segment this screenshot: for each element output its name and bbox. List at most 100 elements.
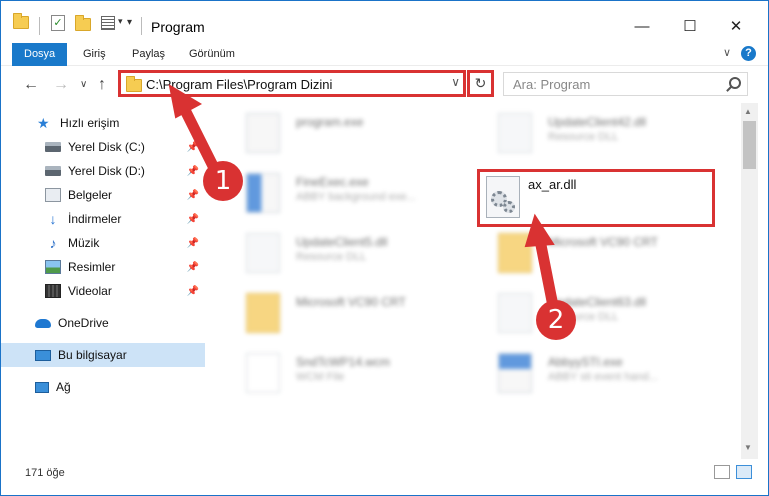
file-description: Resource DLL xyxy=(548,131,619,143)
status-bar: 171 öğe xyxy=(1,459,768,495)
pin-icon[interactable]: 📌 xyxy=(187,286,199,297)
sidebar-item-videos[interactable]: Videolar 📌 xyxy=(1,279,205,303)
sidebar-item-downloads[interactable]: ↓ İndirmeler 📌 xyxy=(1,207,205,231)
pin-icon[interactable]: 📌 xyxy=(187,214,199,225)
maximize-button[interactable]: ☐ xyxy=(675,15,705,37)
exe-file-icon xyxy=(498,353,532,393)
file-name: Microsoft VC90 CRT xyxy=(296,295,406,309)
tab-giris[interactable]: Giriş xyxy=(83,43,106,66)
navigation-bar: ← → ∨ ↑ C:\Program Files\Program Dizini … xyxy=(1,67,768,103)
qat-customize-icon[interactable]: ▾ xyxy=(127,17,132,28)
sidebar-item-label: OneDrive xyxy=(58,316,109,330)
folder-icon xyxy=(13,12,29,29)
recent-locations-icon[interactable]: ∨ xyxy=(80,79,87,90)
sidebar-item-label: Bu bilgisayar xyxy=(58,348,127,362)
forward-arrow-icon[interactable]: → xyxy=(53,76,69,94)
gear-icon xyxy=(503,201,515,213)
sidebar-item-label: Hızlı erişim xyxy=(60,116,120,130)
sidebar-item-quick-access[interactable]: ★ Hızlı erişim xyxy=(1,111,205,135)
drive-icon xyxy=(45,142,61,152)
downloads-icon: ↓ xyxy=(49,211,57,227)
address-path: C:\Program Files\Program Dizini xyxy=(146,77,333,92)
quick-access-toolbar xyxy=(13,12,29,31)
address-bar[interactable]: C:\Program Files\Program Dizini ∨ xyxy=(118,70,466,97)
customize-toolbar-icon[interactable] xyxy=(101,16,115,30)
dll-file-icon xyxy=(246,233,280,273)
wcm-file-icon xyxy=(246,353,280,393)
tab-paylas[interactable]: Paylaş xyxy=(132,43,165,66)
vertical-scrollbar[interactable]: ▲ ▼ xyxy=(741,103,758,459)
dll-file-icon xyxy=(498,293,532,333)
sidebar-item-music[interactable]: ♪ Müzik 📌 xyxy=(1,231,205,255)
sidebar-item-this-pc[interactable]: Bu bilgisayar xyxy=(1,343,205,367)
drive-icon xyxy=(45,166,61,176)
pin-icon[interactable]: 📌 xyxy=(187,190,199,201)
title-bar: ✓ ▾ ▾ Program — ☐ ✕ xyxy=(1,1,768,41)
sidebar-item-onedrive[interactable]: OneDrive xyxy=(1,311,205,335)
sidebar-item-network[interactable]: Ağ xyxy=(1,375,205,399)
scroll-down-icon[interactable]: ▼ xyxy=(744,443,752,452)
file-name: SndTcWP14.wcm xyxy=(296,355,391,369)
sidebar-item-label: Belgeler xyxy=(68,188,113,202)
sidebar-item-documents[interactable]: Belgeler 📌 xyxy=(1,183,205,207)
explorer-window: ✓ ▾ ▾ Program — ☐ ✕ Dosya Giriş Paylaş G… xyxy=(0,0,769,496)
properties-icon[interactable]: ✓ xyxy=(51,15,65,31)
help-icon[interactable]: ? xyxy=(741,46,756,61)
pictures-icon xyxy=(45,260,61,274)
close-button[interactable]: ✕ xyxy=(721,15,751,37)
sidebar-item-label: İndirmeler xyxy=(68,212,122,226)
pin-icon[interactable]: 📌 xyxy=(187,238,199,249)
chevron-down-icon[interactable]: ∨ xyxy=(451,75,460,89)
exe-file-icon xyxy=(246,113,280,153)
file-item[interactable]: UpdateClient5.dll Resource DLL xyxy=(226,229,476,284)
sidebar-item-label: Yerel Disk (C:) xyxy=(68,140,145,154)
search-icon[interactable] xyxy=(729,77,741,89)
pin-icon[interactable]: 📌 xyxy=(187,142,199,153)
file-item-highlighted[interactable]: ax_ar.dll xyxy=(477,169,715,227)
sidebar-item-label: Müzik xyxy=(68,236,100,250)
cloud-icon xyxy=(35,318,51,328)
file-name: ax_ar.dll xyxy=(528,177,577,192)
tiles-view-icon[interactable] xyxy=(736,465,752,479)
music-icon: ♪ xyxy=(49,235,57,251)
file-item[interactable]: program.exe xyxy=(226,109,476,164)
new-folder-icon[interactable] xyxy=(75,15,91,31)
navigation-pane: ★ Hızlı erişim Yerel Disk (C:) 📌 Yerel D… xyxy=(1,103,208,459)
window-title: Program xyxy=(151,19,205,35)
file-item[interactable]: Microsoft VC90 CRT xyxy=(478,229,728,284)
file-item[interactable]: AbbyySTI.exe ABBY sti event hand... xyxy=(478,349,728,404)
scroll-up-icon[interactable]: ▲ xyxy=(744,107,752,116)
up-arrow-icon[interactable]: ↑ xyxy=(98,76,106,94)
sidebar-item-disk-d[interactable]: Yerel Disk (D:) 📌 xyxy=(1,159,205,183)
details-view-icon[interactable] xyxy=(714,465,730,479)
sidebar-item-pictures[interactable]: Resimler 📌 xyxy=(1,255,205,279)
star-icon: ★ xyxy=(37,115,50,131)
file-item[interactable]: Microsoft VC90 CRT xyxy=(226,289,476,344)
file-item[interactable]: UpdateClient42.dll Resource DLL xyxy=(478,109,728,164)
file-list: program.exe UpdateClient42.dll Resource … xyxy=(208,103,741,459)
sidebar-item-label: Yerel Disk (D:) xyxy=(68,164,145,178)
pin-icon[interactable]: 📌 xyxy=(187,166,199,177)
file-item[interactable]: UpdateClient63.dll Resource DLL xyxy=(478,289,728,344)
pin-icon[interactable]: 📌 xyxy=(187,262,199,273)
tab-dosya[interactable]: Dosya xyxy=(12,43,68,66)
refresh-button[interactable]: ↻ xyxy=(467,70,494,97)
item-count: 171 öğe xyxy=(25,467,65,479)
step-badge-1: 1 xyxy=(203,161,243,201)
file-description: WCM File xyxy=(296,371,345,383)
videos-icon xyxy=(45,284,61,298)
file-description: ABBY sti event hand... xyxy=(548,371,658,383)
tab-gorunum[interactable]: Görünüm xyxy=(189,43,235,66)
file-item[interactable]: SndTcWP14.wcm WCM File xyxy=(226,349,476,404)
sidebar-item-disk-c[interactable]: Yerel Disk (C:) 📌 xyxy=(1,135,205,159)
search-input[interactable]: Ara: Program xyxy=(503,72,748,96)
scrollbar-thumb[interactable] xyxy=(743,121,756,169)
sidebar-item-label: Resimler xyxy=(68,260,116,274)
computer-icon xyxy=(35,349,51,361)
file-item[interactable]: FineExec.exe ABBY background exe... xyxy=(226,169,476,224)
minimize-button[interactable]: — xyxy=(627,15,657,37)
back-arrow-icon[interactable]: ← xyxy=(23,76,39,94)
file-name: AbbyySTI.exe xyxy=(548,355,623,369)
expand-ribbon-icon[interactable]: ∨ xyxy=(723,46,731,59)
dropdown-arrow-icon[interactable]: ▾ xyxy=(118,16,123,27)
